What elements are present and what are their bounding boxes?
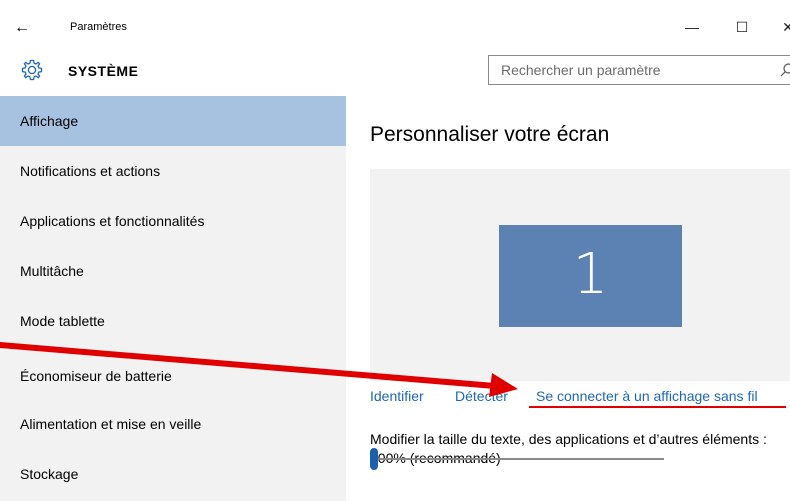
search-box[interactable] xyxy=(488,55,790,85)
page-title: Personnaliser votre écran xyxy=(370,123,610,146)
connect-wireless-display-link[interactable]: Se connecter à un affichage sans fil xyxy=(536,388,758,404)
sidebar-item-notifications[interactable]: Notifications et actions xyxy=(0,146,346,196)
identify-link[interactable]: Identifier xyxy=(370,388,424,404)
window-title: Paramètres xyxy=(70,21,127,33)
title-bar: ← Paramètres — ☐ ✕ xyxy=(0,0,790,52)
scale-slider-thumb[interactable] xyxy=(370,448,378,470)
minimize-button[interactable]: — xyxy=(680,16,704,38)
scale-label: Modifier la taille du texte, des applica… xyxy=(370,431,767,466)
display-arrangement-area: 1 xyxy=(370,169,790,381)
back-arrow-icon[interactable]: ← xyxy=(14,18,34,38)
scale-slider-track[interactable] xyxy=(372,458,664,460)
sidebar-item-stockage[interactable]: Stockage xyxy=(0,449,346,499)
sidebar-item-multitache[interactable]: Multitâche xyxy=(0,246,346,296)
search-icon[interactable] xyxy=(779,62,790,78)
detect-link[interactable]: Détecter xyxy=(455,388,508,404)
section-title: SYSTÈME xyxy=(68,63,139,79)
search-input[interactable] xyxy=(489,56,749,84)
sidebar-item-mode-tablette[interactable]: Mode tablette xyxy=(0,296,346,346)
sidebar-item-alimentation[interactable]: Alimentation et mise en veille xyxy=(0,399,346,449)
close-button[interactable]: ✕ xyxy=(776,16,790,38)
sidebar-item-economiseur-batterie[interactable]: Économiseur de batterie xyxy=(0,351,346,401)
sidebar-item-affichage[interactable]: Affichage xyxy=(0,96,346,146)
sidebar: Affichage Notifications et actions Appli… xyxy=(0,96,346,501)
gear-icon xyxy=(21,59,43,81)
sidebar-item-applications[interactable]: Applications et fonctionnalités xyxy=(0,196,346,246)
maximize-button[interactable]: ☐ xyxy=(730,16,754,38)
monitor-1[interactable]: 1 xyxy=(499,225,682,327)
